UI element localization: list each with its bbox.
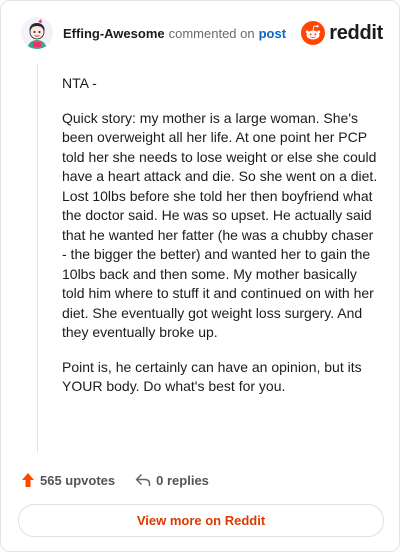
comment-actions: 565 upvotes 0 replies <box>21 471 209 489</box>
reply-button[interactable]: 0 replies <box>135 473 209 488</box>
avatar-image <box>21 17 53 49</box>
thread-line <box>37 63 38 453</box>
post-link[interactable]: post <box>259 26 286 41</box>
action-text: commented on <box>168 26 255 41</box>
upvote-button[interactable]: 565 upvotes <box>21 472 115 488</box>
username-link[interactable]: Effing-Awesome <box>63 26 165 41</box>
reply-count: 0 replies <box>156 472 209 488</box>
comment-body: NTA - Quick story: my mother is a large … <box>62 74 380 412</box>
reddit-wordmark: reddit <box>329 21 383 44</box>
reddit-logo[interactable]: reddit <box>301 21 383 45</box>
upvote-arrow-icon <box>22 473 34 487</box>
user-avatar[interactable] <box>21 17 53 49</box>
comment-header: Effing-Awesome commented on post reddit <box>21 17 383 51</box>
comment-paragraph: Point is, he certainly can have an opini… <box>62 358 362 395</box>
upvote-count: 565 upvotes <box>40 472 116 488</box>
reply-arrow-icon <box>135 474 151 487</box>
view-more-button[interactable]: View more on Reddit <box>18 504 384 537</box>
comment-paragraph: Quick story: my mother is a large woman.… <box>62 109 378 341</box>
comment-byline: Effing-Awesome commented on post <box>63 26 286 41</box>
reddit-snoo-icon <box>301 21 326 45</box>
comment-paragraph: NTA - <box>62 75 97 91</box>
embedded-comment-card: Effing-Awesome commented on post reddit NT… <box>0 0 400 552</box>
